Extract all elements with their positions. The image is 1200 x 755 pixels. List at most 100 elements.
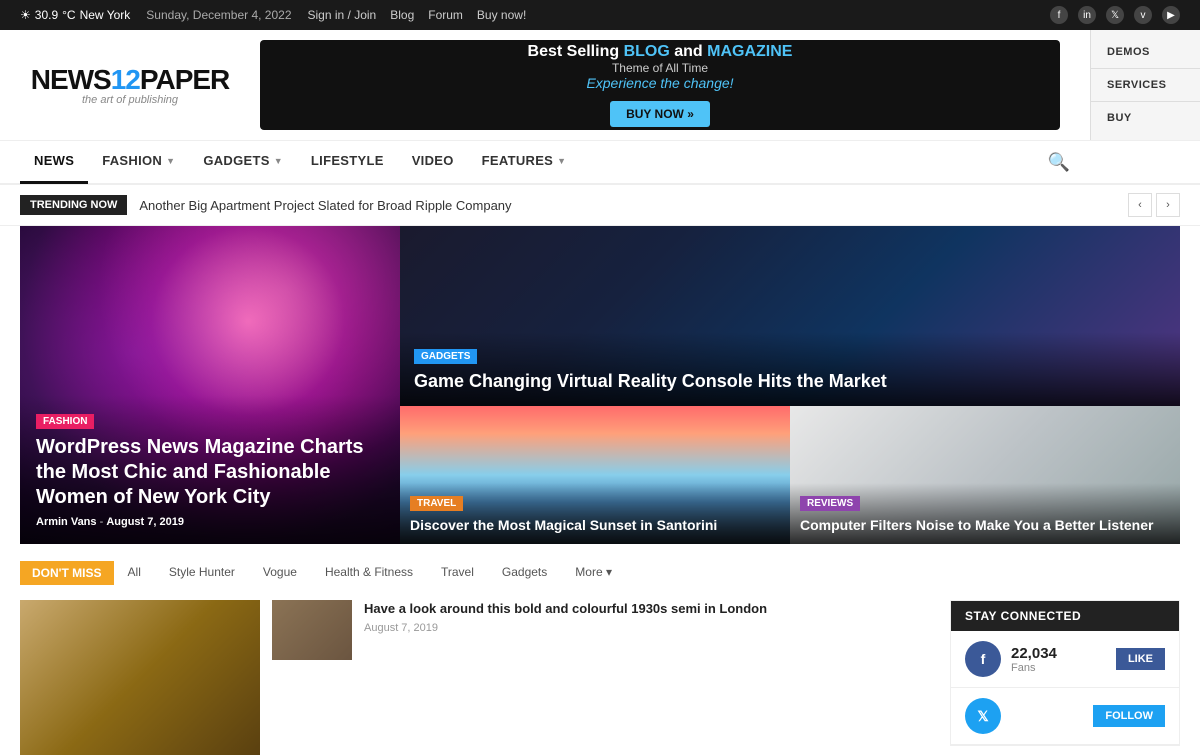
hero-main-title: WordPress News Magazine Charts the Most … [36,435,384,510]
tab-gadgets[interactable]: Gadgets [488,560,561,586]
top-bar: ☀ 30.9 °C New York Sunday, December 4, 2… [0,0,1200,30]
vimeo-icon[interactable]: v [1134,6,1152,24]
top-bar-left: ☀ 30.9 °C New York Sunday, December 4, 2… [20,8,526,22]
trending-bar: TRENDING NOW Another Big Apartment Proje… [0,185,1200,226]
article-small-card[interactable]: Have a look around this bold and colourf… [272,600,767,743]
facebook-like-button[interactable]: LIKE [1116,648,1165,670]
hero-main-author: Armin Vans [36,516,97,528]
topbar-links: Sign in / Join Blog Forum Buy now! [308,8,527,22]
stay-connected-title: STAY CONNECTED [951,601,1179,631]
trending-label: TRENDING NOW [20,195,127,215]
nav-item-lifestyle[interactable]: LIFESTYLE [297,140,398,184]
article-large-card[interactable] [20,600,260,755]
facebook-follow-row: f 22,034 Fans LIKE [951,631,1179,688]
youtube-icon[interactable]: ▶ [1162,6,1180,24]
gadgets-arrow: ▼ [274,156,283,166]
hero-main-text-overlay: FASHION WordPress News Magazine Charts t… [20,395,400,544]
search-button[interactable]: 🔍 [1048,152,1070,173]
weather-widget: ☀ 30.9 °C New York [20,8,130,22]
hero-bottom-right-title: Computer Filters Noise to Make You a Bet… [800,517,1170,535]
hero-right: GADGETS Game Changing Virtual Reality Co… [400,226,1180,544]
twitter-icon[interactable]: 𝕏 [1106,6,1124,24]
hero-bottom-left-card[interactable]: TRAVEL Discover the Most Magical Sunset … [400,406,790,544]
ad-button[interactable]: BUY NOW » [528,97,793,127]
trending-text: Another Big Apartment Project Slated for… [139,198,1116,213]
logo-text-news: NEWS [31,64,111,95]
facebook-follow-icon: f [965,641,1001,677]
stay-connected: STAY CONNECTED f 22,034 Fans LIKE 𝕏 FO [950,600,1180,746]
ad-content: Best Selling BLOG and MAGAZINE Theme of … [528,43,793,127]
hero-bottom-right-card[interactable]: REVIEWS Computer Filters Noise to Make Y… [790,406,1180,544]
header-advertisement[interactable]: Best Selling BLOG and MAGAZINE Theme of … [260,40,1060,130]
article-row: Have a look around this bold and colourf… [20,600,930,755]
dont-miss-content: Have a look around this bold and colourf… [20,600,1180,755]
hero-top-right-category: GADGETS [414,349,477,364]
tab-all[interactable]: All [114,560,155,586]
weather-icon: ☀ [20,8,31,22]
side-nav-demos[interactable]: DEMOS [1091,36,1200,69]
dont-miss-articles: Have a look around this bold and colourf… [20,600,930,755]
trending-arrows: ‹ › [1128,193,1180,217]
nav-item-video[interactable]: VIDEO [398,140,468,184]
article-small-date: August 7, 2019 [364,622,767,634]
twitter-follow-icon: 𝕏 [965,698,1001,734]
hero-top-right-overlay: GADGETS Game Changing Virtual Reality Co… [400,332,1180,407]
article-small-image [272,600,352,660]
city: New York [80,8,131,22]
logo-area: NEWS12PAPER the art of publishing [20,64,240,106]
hero-main-date: August 7, 2019 [106,516,184,528]
tab-vogue[interactable]: Vogue [249,560,311,586]
hero-main-card[interactable]: FASHION WordPress News Magazine Charts t… [20,226,400,544]
logo-text-paper: PAPER [140,64,229,95]
dont-miss-header: DON'T MISS All Style Hunter Vogue Health… [20,560,1180,586]
top-bar-social: f in 𝕏 v ▶ [1050,6,1180,24]
features-arrow: ▼ [557,156,566,166]
signin-link[interactable]: Sign in / Join [308,8,377,22]
facebook-fans-label: Fans [1011,662,1116,674]
facebook-count-area: 22,034 Fans [1011,645,1116,674]
article-small-title: Have a look around this bold and colourf… [364,600,767,618]
dont-miss-tabs: All Style Hunter Vogue Health & Fitness … [114,560,1180,586]
nav-item-news[interactable]: NEWS [20,140,88,184]
side-nav-buy[interactable]: BUY [1091,102,1200,134]
article-small-content: Have a look around this bold and colourf… [364,600,767,743]
trending-next[interactable]: › [1156,193,1180,217]
hero-bottom-left-overlay: TRAVEL Discover the Most Magical Sunset … [400,483,790,545]
hero-top-right-card[interactable]: GADGETS Game Changing Virtual Reality Co… [400,226,1180,406]
twitter-follow-button[interactable]: FOLLOW [1093,705,1165,727]
hero-bottom-right-category: REVIEWS [800,496,860,511]
tab-style-hunter[interactable]: Style Hunter [155,560,249,586]
ad-banner[interactable]: Best Selling BLOG and MAGAZINE Theme of … [260,40,1060,130]
nav-item-gadgets[interactable]: GADGETS ▼ [189,140,297,184]
trending-prev[interactable]: ‹ [1128,193,1152,217]
hero-bottom-left-category: TRAVEL [410,496,463,511]
temp-unit: °C [62,8,75,22]
hero-top-right-title: Game Changing Virtual Reality Console Hi… [414,370,1166,393]
side-nav-services[interactable]: SERVICES [1091,69,1200,102]
instagram-icon[interactable]: in [1078,6,1096,24]
tab-travel[interactable]: Travel [427,560,488,586]
hero-bottom-right-row: TRAVEL Discover the Most Magical Sunset … [400,406,1180,544]
nav-item-features[interactable]: FEATURES ▼ [468,140,581,184]
side-navigation: DEMOS SERVICES BUY [1090,30,1200,140]
buynow-link[interactable]: Buy now! [477,8,526,22]
site-logo[interactable]: NEWS12PAPER [20,64,240,96]
forum-link[interactable]: Forum [428,8,463,22]
main-navigation: NEWS FASHION ▼ GADGETS ▼ LIFESTYLE VIDEO… [0,141,1200,185]
topbar-date: Sunday, December 4, 2022 [146,8,291,22]
fashion-arrow: ▼ [166,156,175,166]
tab-health-fitness[interactable]: Health & Fitness [311,560,427,586]
ad-title: Best Selling BLOG and MAGAZINE [528,43,793,61]
nav-item-fashion[interactable]: FASHION ▼ [88,140,189,184]
tab-more[interactable]: More ▾ [561,560,626,586]
nav-items: NEWS FASHION ▼ GADGETS ▼ LIFESTYLE VIDEO… [20,140,1048,184]
ad-tagline: Experience the change! [528,75,793,91]
hero-bottom-left-title: Discover the Most Magical Sunset in Sant… [410,517,780,535]
facebook-icon[interactable]: f [1050,6,1068,24]
blog-link[interactable]: Blog [390,8,414,22]
ad-buy-button[interactable]: BUY NOW » [610,101,710,127]
temperature: 30.9 [35,8,58,22]
hero-bottom-right-overlay: REVIEWS Computer Filters Noise to Make Y… [790,483,1180,545]
article-large-image [20,600,260,755]
logo-number: 12 [111,64,140,95]
